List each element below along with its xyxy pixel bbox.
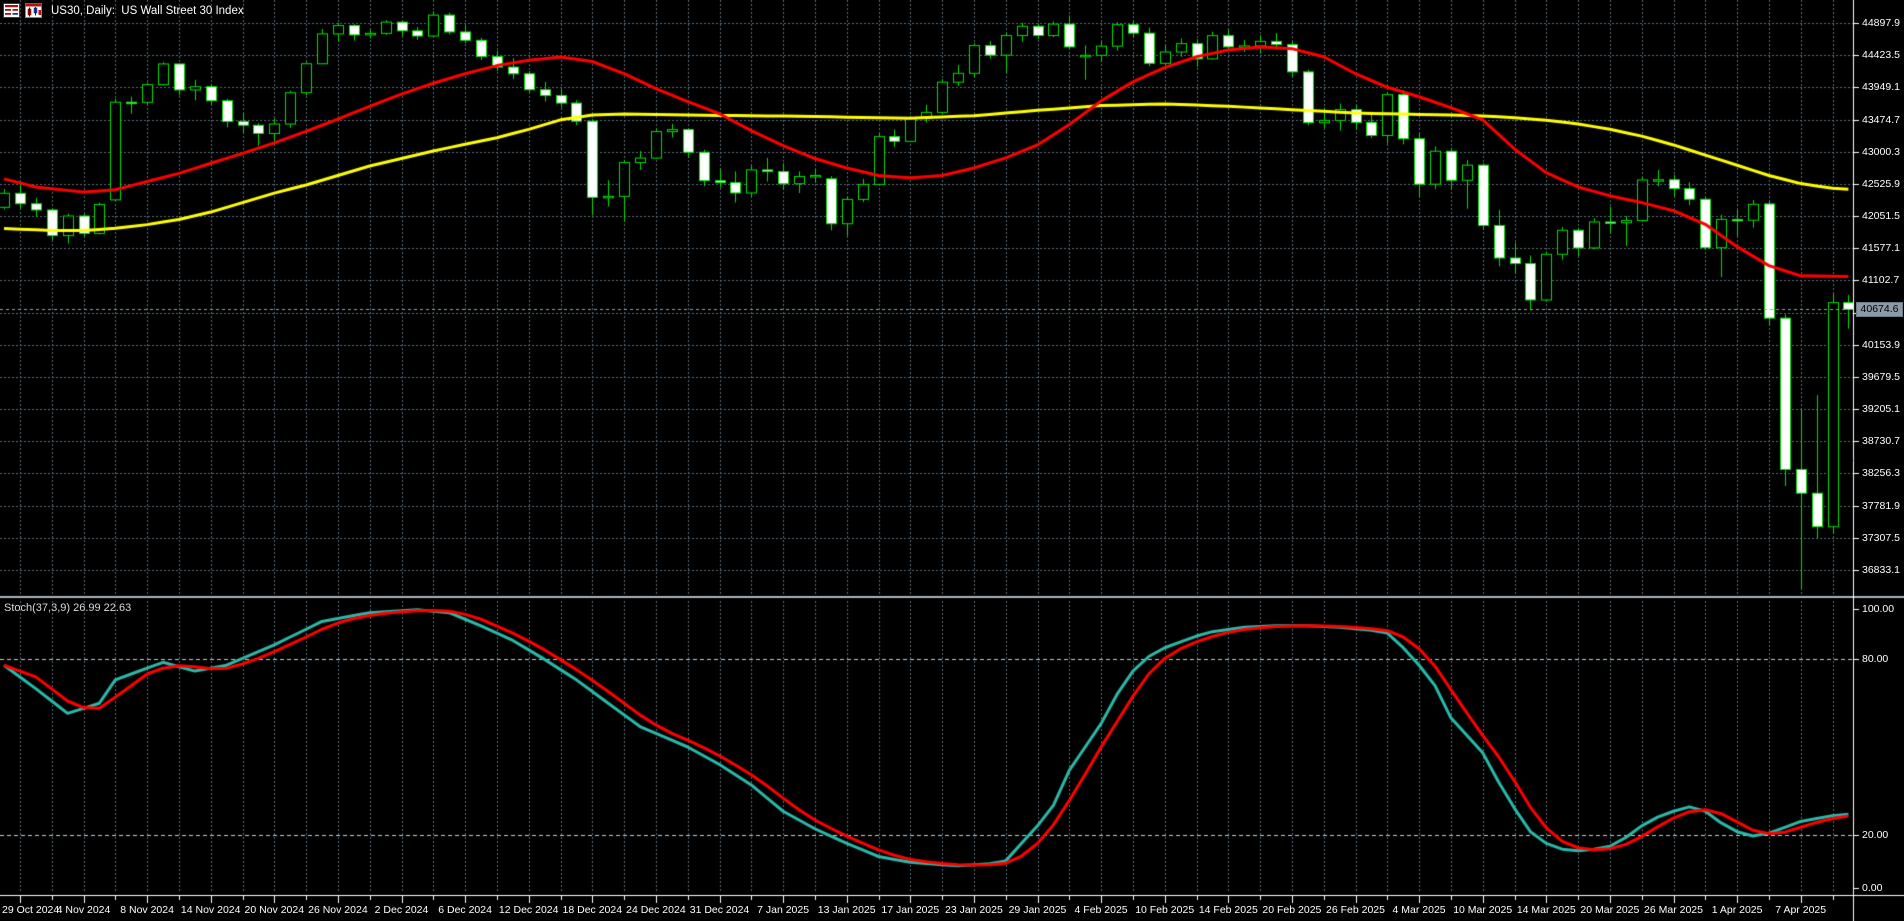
time-axis-label: 4 Nov 2024 <box>57 904 111 916</box>
time-axis-label: 10 Mar 2025 <box>1453 904 1512 916</box>
time-axis-label: 23 Jan 2025 <box>945 904 1003 916</box>
time-axis-label: 1 Apr 2025 <box>1712 904 1763 916</box>
stochastic-axis-label: 80.00 <box>1862 652 1888 666</box>
price-axis-label: 39205.1 <box>1862 402 1900 416</box>
time-axis-label: 18 Dec 2024 <box>563 904 623 916</box>
time-axis-label: 26 Nov 2024 <box>308 904 368 916</box>
price-chart-canvas[interactable] <box>0 0 1904 921</box>
price-axis-label: 43474.7 <box>1862 113 1900 127</box>
price-axis-label: 40153.9 <box>1862 338 1900 352</box>
price-axis-label: 42525.9 <box>1862 177 1900 191</box>
stochastic-axis-label: 0.00 <box>1862 881 1882 895</box>
time-axis-label: 29 Jan 2025 <box>1009 904 1067 916</box>
price-axis-label: 38256.3 <box>1862 466 1900 480</box>
time-axis-label: 4 Feb 2025 <box>1075 904 1128 916</box>
price-axis-label: 41577.1 <box>1862 241 1900 255</box>
price-axis-label: 37307.5 <box>1862 531 1900 545</box>
current-price-badge: 40674.6 <box>1856 302 1903 317</box>
price-axis-label: 43000.3 <box>1862 145 1900 159</box>
time-axis-label: 7 Apr 2025 <box>1775 904 1826 916</box>
price-axis-label: 38730.7 <box>1862 434 1900 448</box>
time-axis-label: 20 Feb 2025 <box>1262 904 1321 916</box>
time-axis-label: 31 Dec 2024 <box>690 904 750 916</box>
time-axis-label: 12 Dec 2024 <box>499 904 559 916</box>
time-axis-label: 13 Jan 2025 <box>818 904 876 916</box>
price-axis-label: 43949.1 <box>1862 80 1900 94</box>
time-axis-label: 20 Nov 2024 <box>245 904 305 916</box>
chart-title: US30, Daily: US Wall Street 30 Index <box>51 5 244 17</box>
time-axis-label: 14 Mar 2025 <box>1517 904 1576 916</box>
price-axis-label: 44423.5 <box>1862 48 1900 62</box>
time-axis-label: 2 Dec 2024 <box>375 904 429 916</box>
chart-title-bar: US30, Daily: US Wall Street 30 Index <box>3 3 244 18</box>
price-axis-label: 39679.5 <box>1862 370 1900 384</box>
time-axis-label: 26 Mar 2025 <box>1644 904 1703 916</box>
time-axis-label: 10 Feb 2025 <box>1135 904 1194 916</box>
time-axis-label: 17 Jan 2025 <box>881 904 939 916</box>
price-axis-label: 37781.9 <box>1862 499 1900 513</box>
stochastic-axis-label: 20.00 <box>1862 828 1888 842</box>
time-axis-label: 7 Jan 2025 <box>757 904 809 916</box>
time-axis-label: 8 Nov 2024 <box>120 904 174 916</box>
time-axis-label: 20 Mar 2025 <box>1580 904 1639 916</box>
time-axis-label: 14 Nov 2024 <box>181 904 241 916</box>
price-axis-label: 41102.7 <box>1862 273 1899 287</box>
candlestick-chart-icon[interactable] <box>25 3 42 18</box>
stochastic-axis-label: 100.00 <box>1862 602 1894 616</box>
time-axis-label: 14 Feb 2025 <box>1199 904 1258 916</box>
time-axis-label: 24 Dec 2024 <box>626 904 686 916</box>
price-axis-label: 36833.1 <box>1862 563 1900 577</box>
time-axis-label: 6 Dec 2024 <box>438 904 492 916</box>
market-watch-icon[interactable] <box>3 3 20 18</box>
price-axis-label: 42051.5 <box>1862 209 1900 223</box>
price-axis-label: 44897.9 <box>1862 16 1900 30</box>
mt4-chart-window: US30, Daily: US Wall Street 30 Index Sto… <box>0 0 1904 921</box>
stochastic-indicator-label: Stoch(37,3,9) 26.99 22.63 <box>4 602 131 614</box>
time-axis-label: 29 Oct 2024 <box>2 904 59 916</box>
time-axis-label: 4 Mar 2025 <box>1393 904 1446 916</box>
time-axis-label: 26 Feb 2025 <box>1326 904 1385 916</box>
